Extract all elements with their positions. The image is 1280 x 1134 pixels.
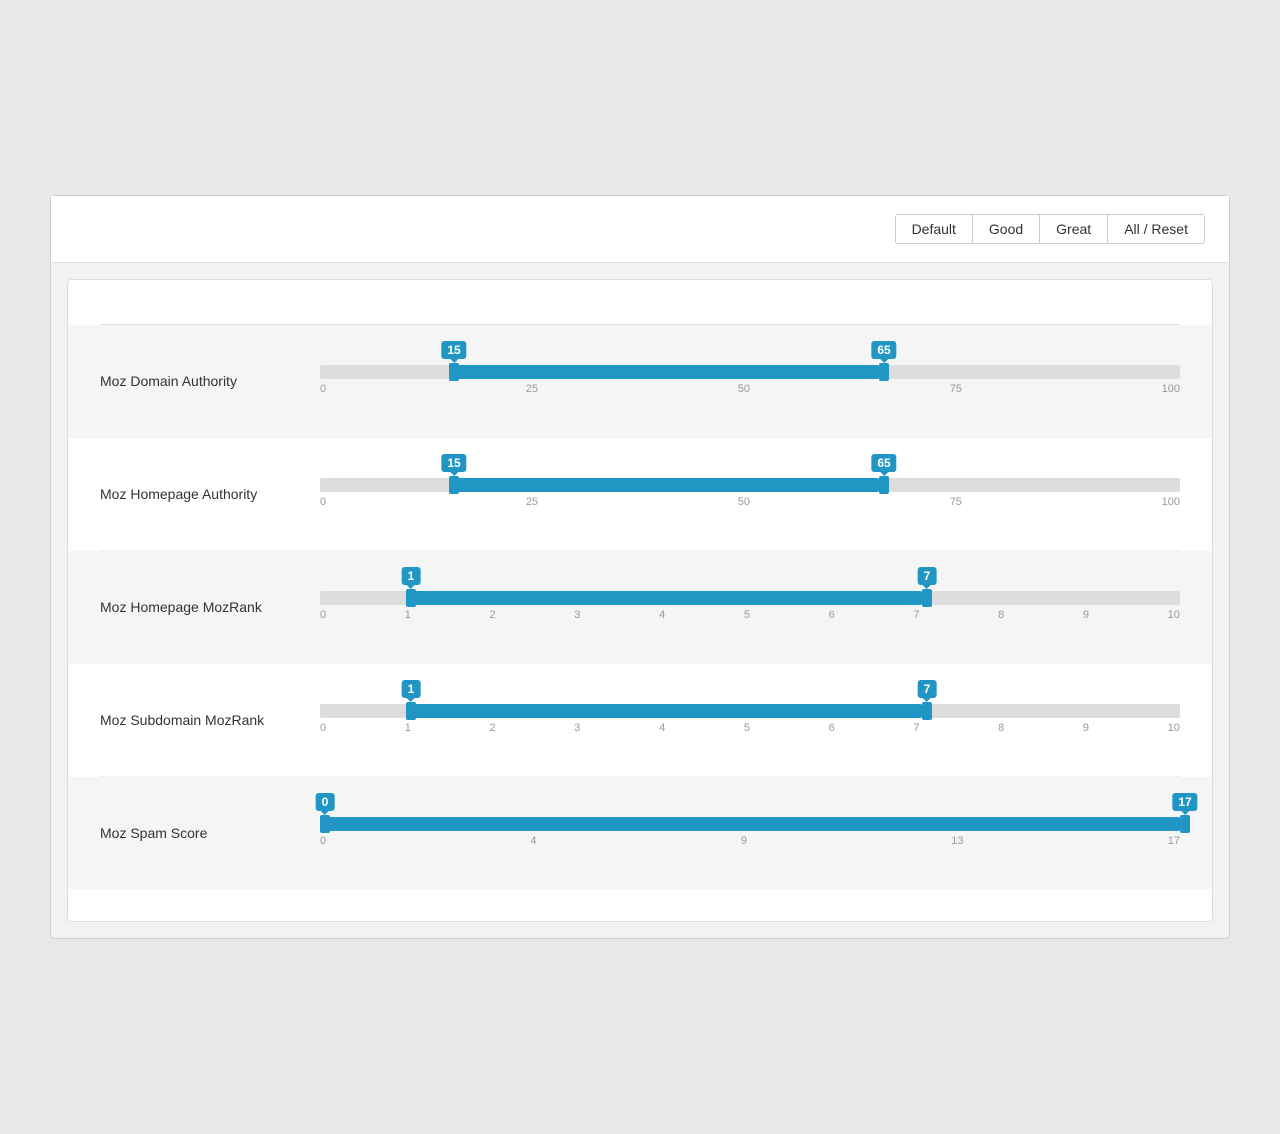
metrics-list: Moz Domain Authority15650255075100Moz Ho…	[100, 325, 1180, 889]
tick-label: 7	[913, 722, 919, 734]
handle-label-low-homepage-authority: 15	[441, 454, 466, 472]
scale-ticks-domain-authority: 0 25 50 75 100	[320, 383, 1180, 395]
tick-label: 25	[526, 496, 538, 508]
metric-row-spam-score: Moz Spam Score0170491317	[68, 777, 1212, 889]
scale-ticks-homepage-authority: 0 25 50 75 100	[320, 496, 1180, 508]
tick-label: 9	[741, 835, 747, 847]
handle-label-high-homepage-mozrank: 7	[918, 567, 937, 585]
tick-label: 1	[405, 609, 411, 621]
tick-label: 100	[1162, 383, 1180, 395]
metric-label-domain-authority: Moz Domain Authority	[100, 373, 320, 389]
tick-label: 25	[526, 383, 538, 395]
slider-handle-low-domain-authority[interactable]: 15	[449, 363, 459, 381]
metric-row-homepage-authority: Moz Homepage Authority 15 65 0 25 50 75 100	[100, 438, 1180, 551]
tick-label: 2	[490, 722, 496, 734]
tick-label: 3	[574, 609, 580, 621]
handle-label-high-homepage-authority: 65	[871, 454, 896, 472]
metric-row-subdomain-mozrank: Moz Subdomain MozRank 1 7 0 1 2 3 4 5 6 7 8 9 10	[100, 664, 1180, 777]
tick-label: 0	[320, 835, 326, 847]
metric-label-homepage-authority: Moz Homepage Authority	[100, 486, 320, 502]
slider-area-domain-authority: 15 65 0 25 50 75 100	[320, 343, 1180, 419]
handle-label-low-subdomain-mozrank: 1	[402, 680, 421, 698]
slider-fill-subdomain-mozrank	[406, 704, 922, 718]
tick-label: 1	[405, 722, 411, 734]
slider-handle-low-subdomain-mozrank[interactable]: 1	[406, 702, 416, 720]
scale-ticks-spam-score: 0 4 9 13 17	[320, 835, 1180, 847]
tick-label: 2	[490, 609, 496, 621]
tick-label: 8	[998, 609, 1004, 621]
filter-button-group: DefaultGoodGreatAll / Reset	[895, 214, 1205, 244]
tick-label: 50	[738, 383, 750, 395]
tick-label: 75	[950, 496, 962, 508]
filter-btn-great[interactable]: Great	[1040, 215, 1108, 243]
tick-label: 9	[1083, 722, 1089, 734]
slider-handle-high-homepage-mozrank[interactable]: 7	[922, 589, 932, 607]
slider-fill-homepage-mozrank	[406, 591, 922, 605]
metric-row-homepage-mozrank: Moz Homepage MozRank 1 7 0 1 2 3 4 5 6 7 8 9 10	[68, 551, 1212, 664]
filter-btn-default[interactable]: Default	[896, 215, 973, 243]
slider-handle-low-homepage-authority[interactable]: 15	[449, 476, 459, 494]
handle-label-low-domain-authority: 15	[441, 341, 466, 359]
tick-label: 10	[1168, 722, 1180, 734]
tick-label: 6	[829, 722, 835, 734]
tick-label: 0	[320, 383, 326, 395]
slider-handle-high-homepage-authority[interactable]: 65	[879, 476, 889, 494]
tick-label: 10	[1168, 609, 1180, 621]
metric-label-subdomain-mozrank: Moz Subdomain MozRank	[100, 712, 320, 728]
metric-row-domain-authority: Moz Domain Authority 15 65 0 25 50 75 100	[68, 325, 1212, 438]
handle-label-low-spam-score: 0	[316, 793, 335, 811]
tick-label: 13	[951, 835, 963, 847]
metrics-filters-panel: DefaultGoodGreatAll / Reset Moz Domain A…	[50, 195, 1230, 939]
slider-fill-spam-score	[320, 817, 1180, 831]
slider-area-spam-score: 0 170 4 9 13 17	[320, 795, 1180, 871]
tick-label: 5	[744, 609, 750, 621]
panel-header: DefaultGoodGreatAll / Reset	[51, 196, 1229, 263]
metric-label-spam-score: Moz Spam Score	[100, 825, 320, 841]
slider-area-homepage-authority: 15 65 0 25 50 75 100	[320, 456, 1180, 532]
scale-ticks-homepage-mozrank: 0 1 2 3 4 5 6 7 8 9 10	[320, 609, 1180, 621]
tick-label: 9	[1083, 609, 1089, 621]
tick-label: 0	[320, 609, 326, 621]
tick-label: 3	[574, 722, 580, 734]
handle-label-low-homepage-mozrank: 1	[402, 567, 421, 585]
tick-label: 7	[913, 609, 919, 621]
slider-area-subdomain-mozrank: 1 7 0 1 2 3 4 5 6 7 8 9 10	[320, 682, 1180, 758]
tick-label: 0	[320, 496, 326, 508]
slider-handle-low-spam-score[interactable]: 0	[320, 815, 330, 833]
slider-handle-high-subdomain-mozrank[interactable]: 7	[922, 702, 932, 720]
slider-area-homepage-mozrank: 1 7 0 1 2 3 4 5 6 7 8 9 10	[320, 569, 1180, 645]
tick-label: 100	[1162, 496, 1180, 508]
slider-handle-low-homepage-mozrank[interactable]: 1	[406, 589, 416, 607]
handle-label-high-domain-authority: 65	[871, 341, 896, 359]
slider-fill-domain-authority	[449, 365, 879, 379]
metric-label-homepage-mozrank: Moz Homepage MozRank	[100, 599, 320, 615]
filter-btn-all-reset[interactable]: All / Reset	[1108, 215, 1204, 243]
tick-label: 8	[998, 722, 1004, 734]
main-content: Moz Domain Authority15650255075100Moz Ho…	[67, 279, 1213, 922]
filter-btn-good[interactable]: Good	[973, 215, 1040, 243]
slider-fill-homepage-authority	[449, 478, 879, 492]
tick-label: 4	[530, 835, 536, 847]
handle-label-high-subdomain-mozrank: 7	[918, 680, 937, 698]
tick-label: 4	[659, 609, 665, 621]
tick-label: 6	[829, 609, 835, 621]
handle-label-high-spam-score: 17	[1172, 793, 1197, 811]
tick-label: 4	[659, 722, 665, 734]
tick-label: 0	[320, 722, 326, 734]
slider-handle-high-spam-score[interactable]: 17	[1180, 815, 1190, 833]
tick-label: 17	[1168, 835, 1180, 847]
slider-handle-high-domain-authority[interactable]: 65	[879, 363, 889, 381]
tick-label: 50	[738, 496, 750, 508]
tick-label: 75	[950, 383, 962, 395]
tick-label: 5	[744, 722, 750, 734]
scale-ticks-subdomain-mozrank: 0 1 2 3 4 5 6 7 8 9 10	[320, 722, 1180, 734]
